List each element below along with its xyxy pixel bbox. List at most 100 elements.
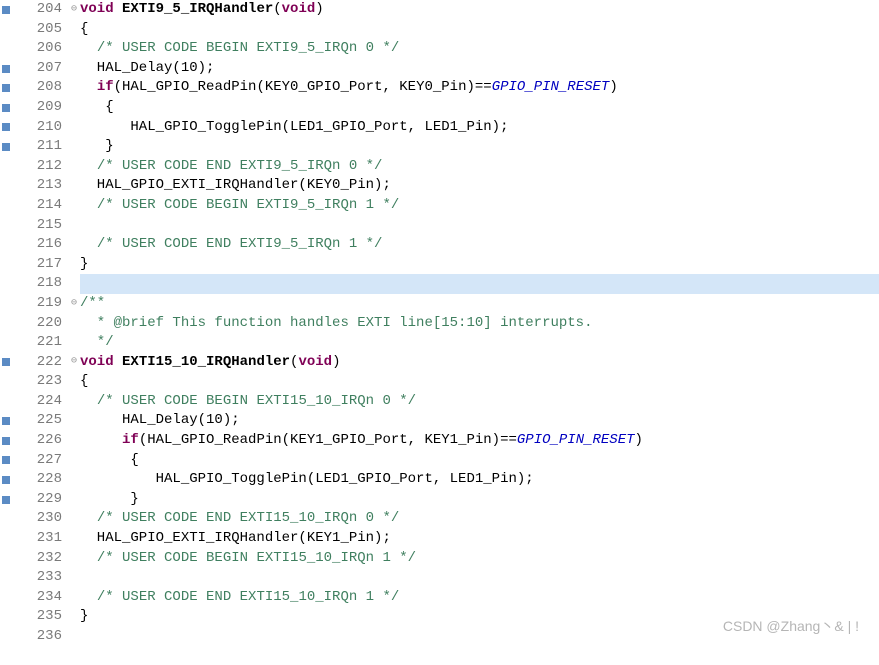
code-line[interactable]	[80, 274, 879, 294]
line-number: 214	[18, 196, 62, 216]
code-line[interactable]: /* USER CODE BEGIN EXTI15_10_IRQn 1 */	[80, 549, 879, 569]
fold-toggle	[68, 627, 80, 647]
line-number: 221	[18, 333, 62, 353]
fold-toggle	[68, 431, 80, 451]
code-line[interactable]: HAL_GPIO_TogglePin(LED1_GPIO_Port, LED1_…	[80, 118, 879, 138]
line-number: 234	[18, 588, 62, 608]
code-editor: 2042052062072082092102112122132142152162…	[0, 0, 879, 647]
fold-toggle	[68, 157, 80, 177]
fold-toggle	[68, 568, 80, 588]
line-number: 212	[18, 157, 62, 177]
fold-toggle	[68, 98, 80, 118]
code-line[interactable]: /* USER CODE END EXTI15_10_IRQn 1 */	[80, 588, 879, 608]
change-marker	[0, 118, 18, 138]
fold-column: ⊖ ⊖ ⊖	[68, 0, 80, 647]
fold-toggle	[68, 255, 80, 275]
change-marker	[0, 39, 18, 59]
code-line[interactable]: {	[80, 451, 879, 471]
line-number: 227	[18, 451, 62, 471]
fold-toggle	[68, 216, 80, 236]
fold-toggle	[68, 39, 80, 59]
change-marker	[0, 451, 18, 471]
code-line[interactable]: if(HAL_GPIO_ReadPin(KEY0_GPIO_Port, KEY0…	[80, 78, 879, 98]
code-line[interactable]: /* USER CODE END EXTI9_5_IRQn 0 */	[80, 157, 879, 177]
code-line[interactable]: HAL_GPIO_EXTI_IRQHandler(KEY1_Pin);	[80, 529, 879, 549]
change-marker	[0, 78, 18, 98]
change-marker	[0, 431, 18, 451]
line-number: 220	[18, 314, 62, 334]
code-line[interactable]: * @brief This function handles EXTI line…	[80, 314, 879, 334]
code-line[interactable]: /* USER CODE END EXTI9_5_IRQn 1 */	[80, 235, 879, 255]
fold-toggle[interactable]: ⊖	[68, 294, 80, 314]
change-marker	[0, 274, 18, 294]
line-number: 217	[18, 255, 62, 275]
change-marker	[0, 196, 18, 216]
fold-toggle	[68, 607, 80, 627]
code-line[interactable]: }	[80, 490, 879, 510]
code-line[interactable]: HAL_GPIO_EXTI_IRQHandler(KEY0_Pin);	[80, 176, 879, 196]
fold-toggle	[68, 451, 80, 471]
code-line[interactable]: /* USER CODE END EXTI15_10_IRQn 0 */	[80, 509, 879, 529]
code-line[interactable]: /* USER CODE BEGIN EXTI9_5_IRQn 0 */	[80, 39, 879, 59]
code-line[interactable]: /* USER CODE BEGIN EXTI15_10_IRQn 0 */	[80, 392, 879, 412]
code-line[interactable]: /**	[80, 294, 879, 314]
change-marker	[0, 0, 18, 20]
code-line[interactable]	[80, 216, 879, 236]
line-number: 218	[18, 274, 62, 294]
change-marker	[0, 470, 18, 490]
change-marker	[0, 411, 18, 431]
fold-toggle[interactable]: ⊖	[68, 353, 80, 373]
code-line[interactable]: /* USER CODE BEGIN EXTI9_5_IRQn 1 */	[80, 196, 879, 216]
code-line[interactable]: HAL_Delay(10);	[80, 59, 879, 79]
change-marker	[0, 607, 18, 627]
code-line[interactable]: }	[80, 255, 879, 275]
line-number: 215	[18, 216, 62, 236]
line-number: 216	[18, 235, 62, 255]
code-line[interactable]: {	[80, 372, 879, 392]
change-marker	[0, 157, 18, 177]
fold-toggle[interactable]: ⊖	[68, 0, 80, 20]
change-marker	[0, 372, 18, 392]
code-line[interactable]	[80, 568, 879, 588]
fold-toggle	[68, 333, 80, 353]
line-number: 226	[18, 431, 62, 451]
code-line[interactable]: {	[80, 20, 879, 40]
code-line[interactable]: {	[80, 98, 879, 118]
change-marker	[0, 568, 18, 588]
code-line[interactable]: void EXTI9_5_IRQHandler(void)	[80, 0, 879, 20]
code-area[interactable]: void EXTI9_5_IRQHandler(void){ /* USER C…	[80, 0, 879, 647]
code-line[interactable]: HAL_GPIO_TogglePin(LED1_GPIO_Port, LED1_…	[80, 470, 879, 490]
code-line[interactable]: }	[80, 137, 879, 157]
line-number: 229	[18, 490, 62, 510]
line-number: 213	[18, 176, 62, 196]
change-marker	[0, 20, 18, 40]
line-number-gutter: 2042052062072082092102112122132142152162…	[18, 0, 68, 647]
code-line[interactable]: void EXTI15_10_IRQHandler(void)	[80, 353, 879, 373]
line-number: 219	[18, 294, 62, 314]
line-number: 210	[18, 118, 62, 138]
change-marker	[0, 294, 18, 314]
change-marker	[0, 216, 18, 236]
fold-toggle	[68, 392, 80, 412]
code-line[interactable]: */	[80, 333, 879, 353]
fold-toggle	[68, 509, 80, 529]
line-number: 224	[18, 392, 62, 412]
change-marker	[0, 137, 18, 157]
line-number: 231	[18, 529, 62, 549]
code-line[interactable]: if(HAL_GPIO_ReadPin(KEY1_GPIO_Port, KEY1…	[80, 431, 879, 451]
line-number: 206	[18, 39, 62, 59]
fold-toggle	[68, 137, 80, 157]
line-number: 236	[18, 627, 62, 647]
change-marker	[0, 627, 18, 647]
line-number: 225	[18, 411, 62, 431]
line-number: 232	[18, 549, 62, 569]
fold-toggle	[68, 235, 80, 255]
change-marker	[0, 255, 18, 275]
fold-toggle	[68, 549, 80, 569]
line-number: 209	[18, 98, 62, 118]
code-line[interactable]: HAL_Delay(10);	[80, 411, 879, 431]
fold-toggle	[68, 490, 80, 510]
fold-toggle	[68, 372, 80, 392]
fold-toggle	[68, 59, 80, 79]
change-marker	[0, 392, 18, 412]
